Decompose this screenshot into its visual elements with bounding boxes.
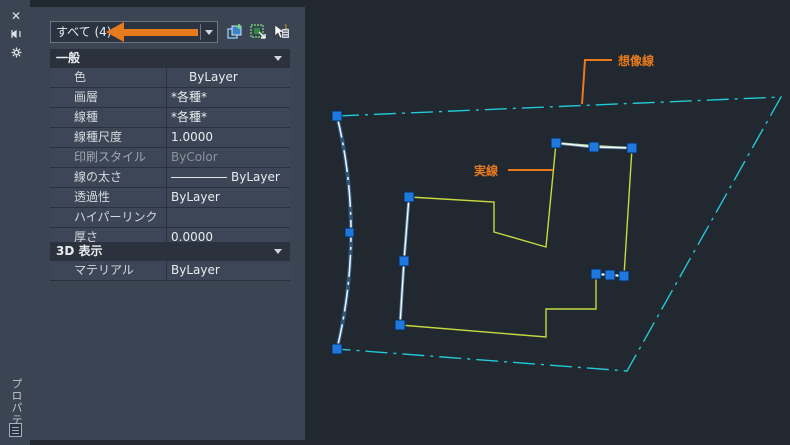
grip[interactable]: [331, 110, 343, 122]
grip[interactable]: [550, 137, 562, 149]
grip[interactable]: [344, 227, 355, 238]
grip[interactable]: [604, 269, 616, 281]
grip[interactable]: [588, 141, 600, 153]
callout-leader-hidden: [581, 59, 612, 105]
grip[interactable]: [626, 142, 638, 154]
grip[interactable]: [398, 255, 410, 267]
grip[interactable]: [590, 268, 602, 280]
grip[interactable]: [331, 343, 343, 355]
callout-solid-line: 実線: [474, 164, 499, 178]
grip[interactable]: [394, 319, 406, 331]
callout-hidden-line: 想像線: [618, 54, 655, 68]
drawing-canvas[interactable]: [0, 0, 790, 445]
solid-polyline[interactable]: [399, 142, 633, 338]
grip[interactable]: [403, 191, 415, 203]
grip[interactable]: [618, 270, 630, 282]
